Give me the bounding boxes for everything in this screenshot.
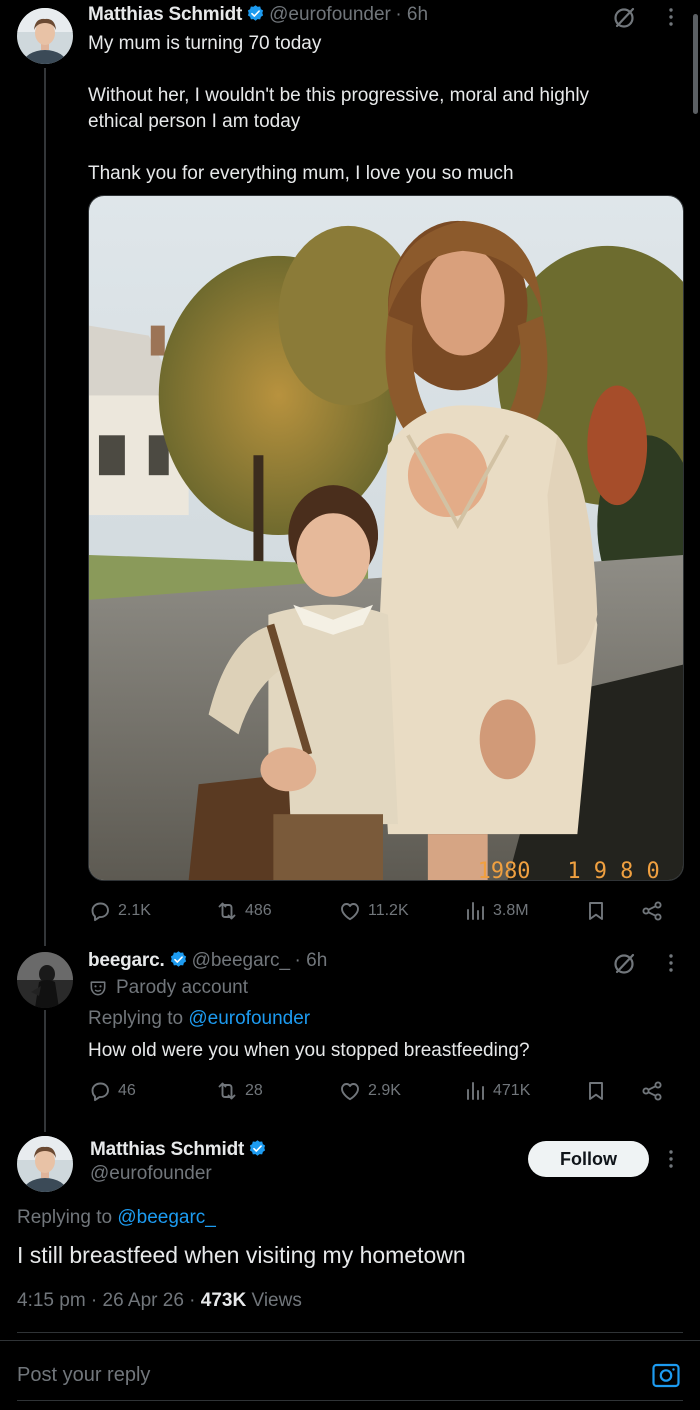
post-header: beegarc. @beegarc_ · 6h <box>88 950 327 972</box>
repost-button[interactable]: 28 <box>215 1076 263 1106</box>
avatar[interactable] <box>17 8 73 64</box>
repost-icon <box>218 1082 236 1100</box>
like-count: 2.9K <box>368 1082 401 1099</box>
bookmark-icon <box>589 902 603 920</box>
like-button[interactable]: 11.2K <box>338 896 409 926</box>
reply-button[interactable]: 46 <box>88 1076 136 1106</box>
thread-line <box>44 1010 46 1132</box>
parody-label: Parody account <box>88 977 248 999</box>
divider <box>17 1332 683 1333</box>
post-header: Matthias Schmidt @eurofounder · 6h <box>88 4 428 26</box>
post-text: How old were you when you stopped breast… <box>88 1040 530 1061</box>
more-icon[interactable] <box>658 950 684 976</box>
post-line: Thank you for everything mum, I love you… <box>88 163 514 184</box>
views-icon <box>467 902 484 920</box>
repost-count: 28 <box>245 1082 263 1099</box>
post-line: My mum is turning 70 today <box>88 33 322 54</box>
verified-badge-icon <box>246 4 265 23</box>
post-time[interactable]: · 6h <box>395 4 428 25</box>
share-icon <box>642 1081 662 1101</box>
views-label: Views <box>251 1290 302 1311</box>
grok-icon[interactable] <box>611 950 637 976</box>
divider <box>17 1400 683 1401</box>
divider <box>0 1340 700 1341</box>
views-count: 3.8M <box>493 902 529 919</box>
like-count: 11.2K <box>368 902 409 919</box>
reply-icon <box>91 1082 109 1102</box>
post-photo[interactable]: 1980 1 9 8 0 <box>88 195 684 881</box>
views-button[interactable]: 471K <box>463 1076 530 1106</box>
author-name[interactable]: Matthias Schmidt <box>90 1139 244 1160</box>
post-text: My mum is turning 70 today Without her, … <box>88 31 678 187</box>
verified-badge-icon <box>248 1139 267 1158</box>
reply-count: 46 <box>118 1082 136 1099</box>
share-button[interactable] <box>640 896 670 926</box>
reply-count: 2.1K <box>118 902 151 919</box>
author-handle[interactable]: @beegarc_ <box>192 950 291 971</box>
parody-mask-icon <box>90 981 106 996</box>
author-handle[interactable]: @eurofounder <box>90 1163 212 1185</box>
avatar[interactable] <box>17 1136 73 1192</box>
camera-icon[interactable] <box>651 1360 681 1390</box>
replying-to-link[interactable]: @eurofounder <box>188 1008 310 1029</box>
grok-icon[interactable] <box>611 4 637 30</box>
post-line: Without her, I wouldn't be this progress… <box>88 85 590 106</box>
repost-button[interactable]: 486 <box>215 896 272 926</box>
reply-input[interactable]: Post your reply <box>17 1364 150 1387</box>
post-timestamp: 4:15 pm · 26 Apr 26 · 473K Views <box>17 1290 302 1312</box>
svg-text:1 9 8 0: 1 9 8 0 <box>567 859 659 880</box>
scrollbar[interactable] <box>693 14 698 114</box>
timestamp-text[interactable]: 4:15 pm · 26 Apr 26 · <box>17 1290 196 1311</box>
replying-to-link[interactable]: @beegarc_ <box>117 1207 216 1228</box>
views-icon <box>467 1082 484 1100</box>
verified-badge-icon <box>169 950 188 969</box>
bookmark-icon <box>589 1082 603 1100</box>
post-actions: 46 28 2.9K 471K <box>88 1076 668 1106</box>
replying-to: Replying to @beegarc_ <box>17 1207 216 1229</box>
post-time[interactable]: · 6h <box>295 950 328 971</box>
more-icon[interactable] <box>658 4 684 30</box>
photo-datestamp: 1980 <box>478 859 531 880</box>
replying-prefix: Replying to <box>88 1008 184 1029</box>
parody-text: Parody account <box>116 977 249 998</box>
share-icon <box>642 901 662 921</box>
like-icon <box>341 1083 359 1101</box>
post-actions: 2.1K 486 11.2K 3.8M <box>88 896 668 926</box>
repost-icon <box>218 902 236 920</box>
post-line: ethical person I am today <box>88 111 301 132</box>
reply-button[interactable]: 2.1K <box>88 896 151 926</box>
like-button[interactable]: 2.9K <box>338 1076 401 1106</box>
like-icon <box>341 903 359 921</box>
post-header: Matthias Schmidt <box>90 1139 271 1161</box>
views-count[interactable]: 473K <box>201 1290 246 1311</box>
author-name[interactable]: beegarc. <box>88 950 165 971</box>
views-button[interactable]: 3.8M <box>463 896 529 926</box>
bookmark-button[interactable] <box>584 896 614 926</box>
author-name[interactable]: Matthias Schmidt <box>88 4 242 25</box>
author-handle[interactable]: @eurofounder <box>269 4 391 25</box>
reply-icon <box>91 902 109 922</box>
bookmark-button[interactable] <box>584 1076 614 1106</box>
share-button[interactable] <box>640 1076 670 1106</box>
more-icon[interactable] <box>658 1146 684 1172</box>
replying-to: Replying to @eurofounder <box>88 1008 310 1030</box>
follow-button[interactable]: Follow <box>528 1141 649 1177</box>
replying-prefix: Replying to <box>17 1207 113 1228</box>
post-text: I still breastfeed when visiting my home… <box>17 1242 466 1268</box>
views-count: 471K <box>493 1082 531 1099</box>
avatar[interactable] <box>17 952 73 1008</box>
repost-count: 486 <box>245 902 272 919</box>
thread-line <box>44 68 46 946</box>
